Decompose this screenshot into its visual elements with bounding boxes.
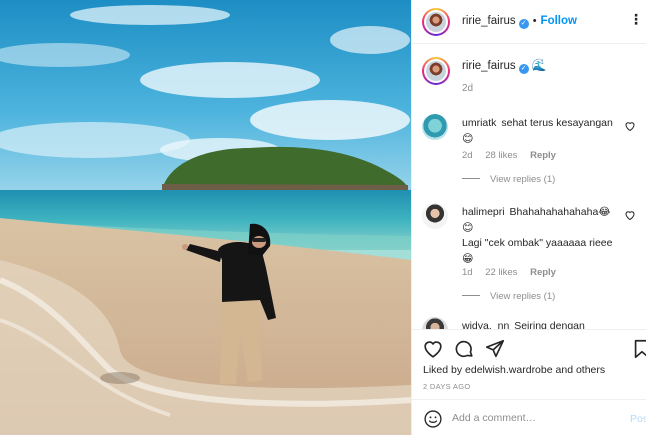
post-photo[interactable] — [0, 0, 411, 435]
view-replies-label[interactable]: View replies (1) — [490, 291, 555, 302]
author-avatar[interactable] — [422, 7, 450, 36]
share-icon[interactable] — [484, 338, 506, 360]
comment-message-line2: Lagi "cek ombak" yaaaaaa rieee — [462, 237, 613, 249]
add-comment-input[interactable] — [452, 407, 622, 429]
caption-text: ririe_fairus ✓ 🌊 — [462, 57, 547, 85]
post-date[interactable]: 2 DAYS AGO — [423, 382, 470, 391]
comment-text: widya._nn Seiring dengan — [462, 319, 622, 329]
wave-emoji-icon: 🌊 — [531, 58, 547, 72]
follow-button[interactable]: Follow — [541, 15, 577, 27]
view-replies-button[interactable]: View replies (1) — [462, 174, 555, 185]
reply-button[interactable]: Reply — [530, 150, 556, 161]
heart-icon[interactable] — [624, 120, 636, 132]
comment-text: halimepri Bhahahahahahaha😂 😊 Lagi "cek o… — [462, 205, 622, 267]
dot-separator: • — [532, 14, 537, 27]
comment-age: 1d — [462, 267, 473, 278]
comment-age: 2d — [462, 150, 473, 161]
post-actions: Liked by edelwish.wardrobe and others 2 … — [412, 329, 646, 399]
author-username[interactable]: ririe_fairus ✓ • Follow — [462, 15, 577, 29]
caption-age: 2d — [462, 83, 474, 94]
comment-meta: 2d 28 likes Reply — [462, 150, 566, 161]
heart-icon[interactable] — [422, 338, 444, 360]
comment-message: sehat terus kesayangan — [501, 117, 613, 129]
action-icons — [422, 338, 515, 360]
liked-by-user[interactable]: edelwish.wardrobe — [465, 364, 553, 376]
grin-emoji-icon: 😁 — [462, 253, 474, 265]
post-side-panel: ririe_fairus ✓ • Follow ⋮ ririe_fairus ✓ 🌊 2d… — [411, 0, 646, 435]
beach-photo-image — [0, 0, 411, 435]
comment-message: Seiring dengan — [514, 320, 585, 329]
liked-by-others[interactable]: and others — [556, 364, 606, 376]
commenter-username[interactable]: umriatk — [462, 117, 496, 129]
caption-username[interactable]: ririe_fairus — [462, 60, 516, 72]
commenter-username[interactable]: halimepri — [462, 206, 505, 218]
commenter-username[interactable]: widya._nn — [462, 320, 509, 329]
comments-list[interactable]: ririe_fairus ✓ 🌊 2d umriatk sehat terus ke… — [412, 45, 646, 329]
heart-icon[interactable] — [624, 209, 636, 221]
comment-message: Bhahahahahahaha😂 — [509, 206, 611, 218]
comment-likes[interactable]: 22 likes — [485, 267, 517, 278]
post-comment-button[interactable]: Post — [630, 413, 646, 425]
view-replies-label[interactable]: View replies (1) — [490, 174, 555, 185]
smile-emoji-icon: 😊 — [462, 133, 474, 145]
author-username-text[interactable]: ririe_fairus — [462, 15, 516, 27]
comment-meta: 1d 22 likes Reply — [462, 267, 566, 278]
commenter-avatar[interactable] — [422, 317, 448, 329]
likes-summary: Liked by edelwish.wardrobe and others — [423, 364, 605, 376]
verified-badge-icon: ✓ — [518, 18, 529, 29]
commenter-avatar[interactable] — [422, 114, 448, 140]
comment-icon[interactable] — [453, 338, 475, 360]
emoji-icon[interactable] — [423, 409, 443, 429]
liked-by-label: Liked by — [423, 364, 463, 376]
bookmark-icon[interactable] — [631, 338, 646, 360]
post-header: ririe_fairus ✓ • Follow ⋮ — [412, 0, 646, 44]
comment-likes[interactable]: 28 likes — [485, 150, 517, 161]
caption: ririe_fairus ✓ 🌊 2d — [422, 57, 547, 94]
verified-badge-icon: ✓ — [518, 64, 529, 74]
more-options-icon[interactable]: ⋮ — [629, 12, 643, 26]
comment-text: umriatk sehat terus kesayangan 😊 — [462, 116, 622, 147]
add-comment-bar: Post — [412, 399, 646, 435]
view-replies-button[interactable]: View replies (1) — [462, 291, 555, 302]
caption-avatar[interactable] — [422, 57, 450, 85]
commenter-avatar[interactable] — [422, 203, 448, 229]
smile-emoji-icon: 😊 — [462, 222, 474, 234]
reply-button[interactable]: Reply — [530, 267, 556, 278]
